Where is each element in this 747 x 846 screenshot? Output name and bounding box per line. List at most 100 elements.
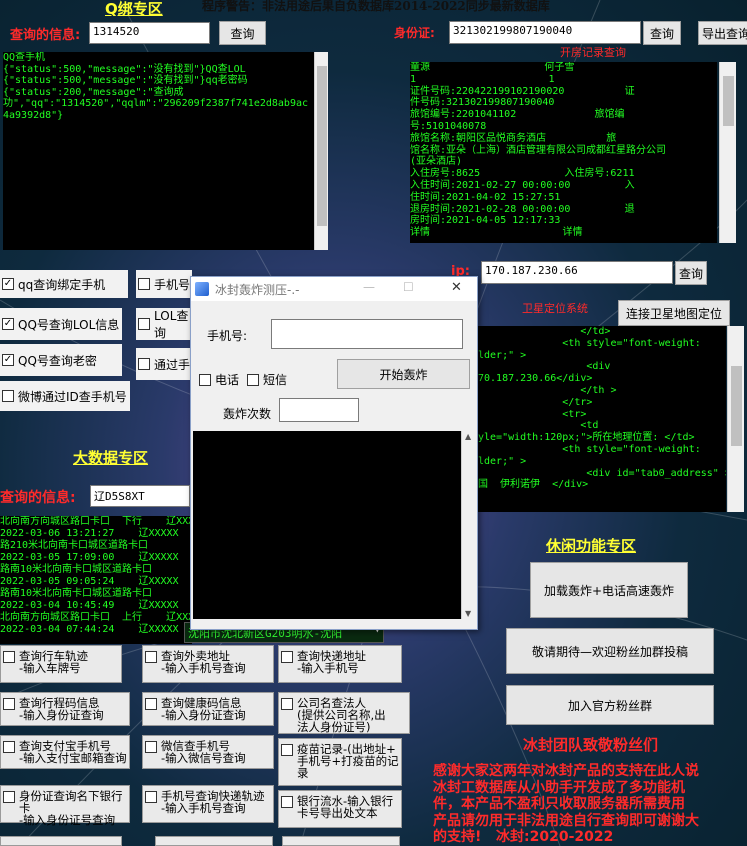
query-wechat-phone[interactable]: 微信查手机号 -输入微信号查询 [142, 735, 274, 769]
option-label: 微博通过ID查手机号 [18, 389, 127, 404]
export-query-button[interactable]: 导出查询 [698, 21, 747, 45]
query-id-bank-card[interactable]: 身份证查询名下银行卡 -输入身份证号查询 [0, 785, 130, 826]
query-health-code[interactable]: 查询健康码信息 -输入身份证查询 [142, 692, 274, 726]
option-label: qq查询绑定手机 [18, 277, 106, 292]
option-qq-bind-phone[interactable]: ✓ qq查询绑定手机 [0, 270, 128, 298]
checkbox[interactable] [138, 278, 150, 290]
checkbox[interactable] [145, 698, 157, 710]
fan-submission-button[interactable]: 敬请期待—欢迎粉丝加群投稿 [506, 628, 714, 674]
bomb-call-button[interactable]: 加载轰炸+电话高速轰炸 [530, 562, 688, 618]
checkbox[interactable] [281, 651, 293, 663]
query-travel-code[interactable]: 查询行程码信息 -输入身份证查询 [0, 692, 130, 726]
start-bomb-button[interactable]: 开始轰炸 [337, 359, 470, 389]
checkbox[interactable]: ✓ [2, 354, 14, 366]
checkbox[interactable]: ✓ [2, 278, 14, 290]
checkbox[interactable] [199, 373, 211, 386]
sms-option[interactable]: 短信 [247, 371, 287, 388]
option-lol-query[interactable]: LOL查询 [136, 308, 192, 340]
thanks-text: 感谢大家这两年对冰封产品的支持在此人说 冰封工数据库从小助手开发成了多功能机 件… [433, 763, 699, 846]
query-alipay-phone[interactable]: 查询支付宝手机号 -输入支付宝邮箱查询 [0, 735, 130, 769]
bigdata-section-title: 大数据专区 [73, 449, 149, 467]
query-hint: -输入微信号查询 [161, 751, 246, 765]
query-bank-statement[interactable]: 银行流水-输入银行 卡号导出处文本 [278, 790, 402, 828]
checkbox[interactable] [3, 698, 15, 710]
query-hint: -输入身份证查询 [19, 708, 104, 722]
option-label: 手机号 [154, 277, 191, 292]
query-hint: -输入车牌号 [19, 661, 81, 675]
option-label: QQ号查询LOL信息 [18, 317, 120, 332]
qq-query-label: 查询的信息: [10, 28, 81, 43]
query-phone-express-track[interactable]: 手机号查询快递轨迹 -输入手机号查询 [142, 785, 274, 823]
partial-button-bottom[interactable] [0, 836, 122, 846]
qq-query-button[interactable]: 查询 [219, 21, 266, 45]
query-hint-2: 法人身份证号) [297, 720, 371, 734]
checkbox[interactable] [3, 741, 15, 753]
bomb-dialog: 冰封轰炸测压-.- — ☐ ✕ 手机号: 电话 短信 开始轰炸 轰炸次数 ▲ ▼ [190, 276, 478, 630]
scroll-down-icon[interactable]: ▼ [465, 609, 471, 618]
checkbox[interactable] [3, 651, 15, 663]
join-fan-group-button[interactable]: 加入官方粉丝群 [506, 685, 714, 725]
minimize-icon[interactable]: — [363, 280, 375, 294]
ip-input[interactable]: 170.187.230.66 [481, 261, 673, 284]
satellite-map-button[interactable]: 连接卫星地图定位 [618, 300, 730, 326]
checkbox[interactable] [145, 741, 157, 753]
checkbox[interactable] [138, 318, 150, 330]
checkbox[interactable]: ✓ [2, 318, 14, 330]
bigdata-output-console: 北向南方向城区路口卡口 下行 辽XXXXX 2022-03-06 13:21:2… [0, 516, 192, 644]
ip-output-scrollbar[interactable] [727, 326, 744, 512]
id-card-label: 身份证: [394, 26, 435, 40]
close-icon[interactable]: ✕ [451, 280, 462, 295]
query-hint: -输入手机号查询 [161, 801, 246, 815]
query-express-address[interactable]: 查询快递地址 -输入手机号 [278, 645, 402, 683]
warning-banner: 程序警告：非法用途后果自负数据库2014-2022同步最新数据库 [202, 0, 550, 13]
hotel-query-button[interactable]: 查询 [643, 21, 681, 45]
checkbox[interactable] [247, 373, 259, 386]
checkbox[interactable] [145, 651, 157, 663]
ip-query-button[interactable]: 查询 [675, 261, 707, 285]
checkbox[interactable] [281, 796, 293, 808]
dialog-output-scrollbar[interactable]: ▲ ▼ [461, 431, 477, 619]
qq-output-console: QQ查手机 {"status":500,"message":"没有找到"}QQ查… [3, 52, 314, 250]
checkbox[interactable] [281, 698, 293, 710]
count-label: 轰炸次数 [223, 407, 272, 421]
call-option[interactable]: 电话 [199, 371, 239, 388]
option-qq-old-password[interactable]: ✓ QQ号查询老密 [0, 344, 122, 376]
bigdata-query-label: 查询的信息: [0, 490, 76, 506]
query-company-legal[interactable]: 公司名查法人 (提供公司名称,出 法人身份证号) [278, 692, 410, 734]
checkbox[interactable] [145, 791, 157, 803]
checkbox[interactable] [138, 358, 150, 370]
query-vaccine-record[interactable]: 疫苗记录-(出地址+ 手机号+打疫苗的记录 [278, 738, 402, 786]
partial-button-bottom[interactable] [282, 836, 400, 846]
ip-output-console: </td> <th style="font-weight: lder;" > <… [478, 326, 726, 512]
scroll-up-icon[interactable]: ▲ [465, 432, 471, 441]
query-vehicle-track[interactable]: 查询行车轨迹 -输入车牌号 [0, 645, 122, 683]
query-hint: -输入支付宝邮箱查询 [19, 751, 127, 765]
phone-input[interactable] [271, 319, 463, 349]
call-label: 电话 [215, 373, 240, 387]
query-hint: 手机号+打疫苗的记 [297, 754, 399, 768]
qq-output-scrollbar[interactable] [314, 52, 328, 250]
maximize-icon[interactable]: ☐ [403, 280, 414, 294]
query-hint: -输入身份证查询 [161, 708, 246, 722]
option-weibo-id-phone[interactable]: 微博通过ID查手机号 [0, 381, 130, 411]
qq-query-input[interactable]: 1314520 [89, 22, 210, 44]
option-label: QQ号查询老密 [18, 353, 97, 368]
option-qq-lol[interactable]: ✓ QQ号查询LOL信息 [0, 308, 122, 340]
query-hint: -输入身份证号查询 [19, 813, 116, 827]
query-hint: 卡号导出处文本 [297, 806, 378, 820]
partial-button-bottom[interactable] [155, 836, 273, 846]
count-input[interactable] [279, 398, 359, 422]
dialog-titlebar[interactable]: 冰封轰炸测压-.- — ☐ ✕ [191, 277, 477, 301]
thanks-title: 冰封团队致敬粉丝们 [523, 736, 659, 754]
checkbox[interactable] [2, 390, 14, 402]
id-card-input[interactable]: 321302199807190040 [449, 21, 641, 44]
hotel-output-scrollbar[interactable] [719, 62, 736, 243]
option-via-phone[interactable]: 通过手 [136, 348, 192, 380]
bigdata-query-input[interactable]: 辽D5S8XT [90, 485, 190, 507]
phone-label: 手机号: [207, 329, 248, 343]
option-phone[interactable]: 手机号 [136, 270, 192, 298]
query-takeout-address[interactable]: 查询外卖地址 -输入手机号查询 [142, 645, 274, 683]
checkbox[interactable] [281, 744, 293, 756]
checkbox[interactable] [3, 791, 15, 803]
satellite-subtitle: 卫星定位系统 [522, 302, 588, 315]
